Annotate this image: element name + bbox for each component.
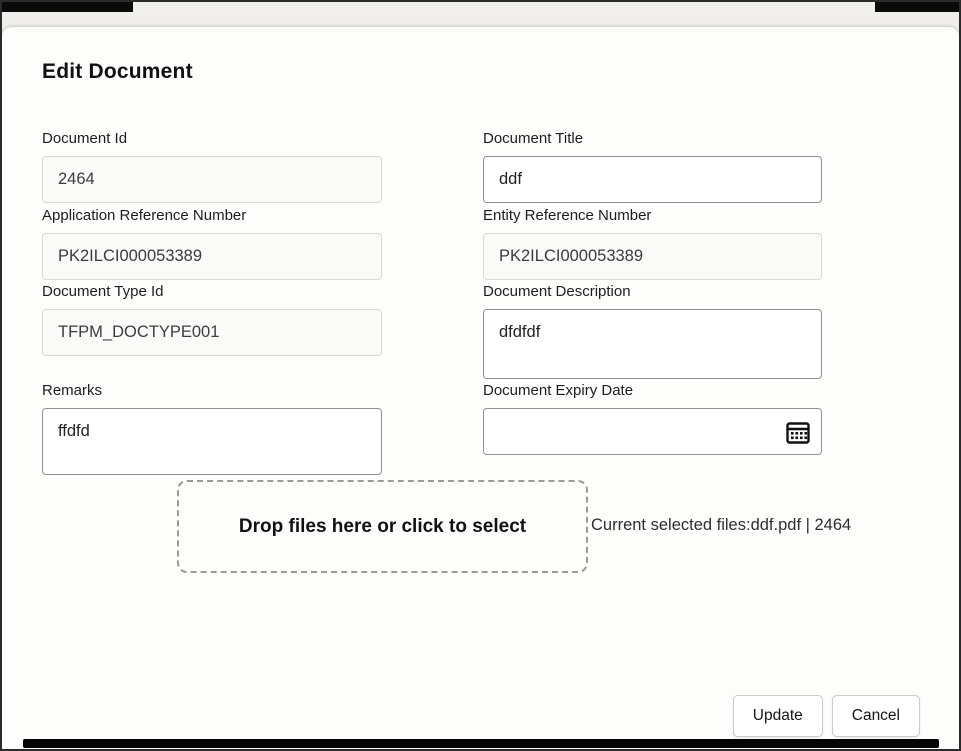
- document-title-label: Document Title: [483, 130, 822, 147]
- document-description-textarea[interactable]: dfdfdf: [483, 309, 822, 379]
- field-document-title: Document Title: [483, 130, 822, 203]
- update-button[interactable]: Update: [733, 695, 823, 737]
- document-id-label: Document Id: [42, 130, 382, 147]
- calendar-button[interactable]: [784, 418, 812, 446]
- document-type-id-label: Document Type Id: [42, 283, 382, 300]
- document-title-input[interactable]: [483, 156, 822, 203]
- modal-title: Edit Document: [42, 60, 193, 84]
- expiry-input-wrap: [483, 408, 822, 455]
- document-description-label: Document Description: [483, 283, 822, 300]
- edit-document-modal: Edit Document Document Id Document Title…: [2, 27, 959, 749]
- field-entity-reference-number: Entity Reference Number: [483, 207, 822, 280]
- field-remarks: Remarks ffdfd: [42, 382, 382, 475]
- field-application-reference-number: Application Reference Number: [42, 207, 382, 280]
- document-id-input: [42, 156, 382, 203]
- top-left-bar: [2, 2, 133, 12]
- file-dropzone[interactable]: Drop files here or click to select: [177, 480, 588, 573]
- application-reference-number-input: [42, 233, 382, 280]
- document-expiry-date-label: Document Expiry Date: [483, 382, 822, 399]
- page-background-top: [2, 2, 959, 28]
- calendar-icon: [785, 419, 811, 445]
- page-background-bottom: [23, 739, 939, 748]
- field-document-type-id: Document Type Id: [42, 283, 382, 356]
- field-document-id: Document Id: [42, 130, 382, 203]
- dropzone-label: Drop files here or click to select: [239, 516, 526, 538]
- top-right-bar: [875, 2, 959, 12]
- field-document-description: Document Description dfdfdf: [483, 283, 822, 379]
- document-type-id-input: [42, 309, 382, 356]
- entity-reference-number-label: Entity Reference Number: [483, 207, 822, 224]
- screen: Edit Document Document Id Document Title…: [0, 0, 961, 751]
- cancel-button[interactable]: Cancel: [832, 695, 920, 737]
- remarks-label: Remarks: [42, 382, 382, 399]
- remarks-textarea[interactable]: ffdfd: [42, 408, 382, 475]
- field-document-expiry-date: Document Expiry Date: [483, 382, 822, 455]
- document-expiry-date-input[interactable]: [483, 408, 822, 455]
- selected-files-text: Current selected files:ddf.pdf | 2464: [591, 516, 851, 535]
- entity-reference-number-input: [483, 233, 822, 280]
- modal-footer-buttons: Update Cancel: [733, 695, 920, 737]
- application-reference-number-label: Application Reference Number: [42, 207, 382, 224]
